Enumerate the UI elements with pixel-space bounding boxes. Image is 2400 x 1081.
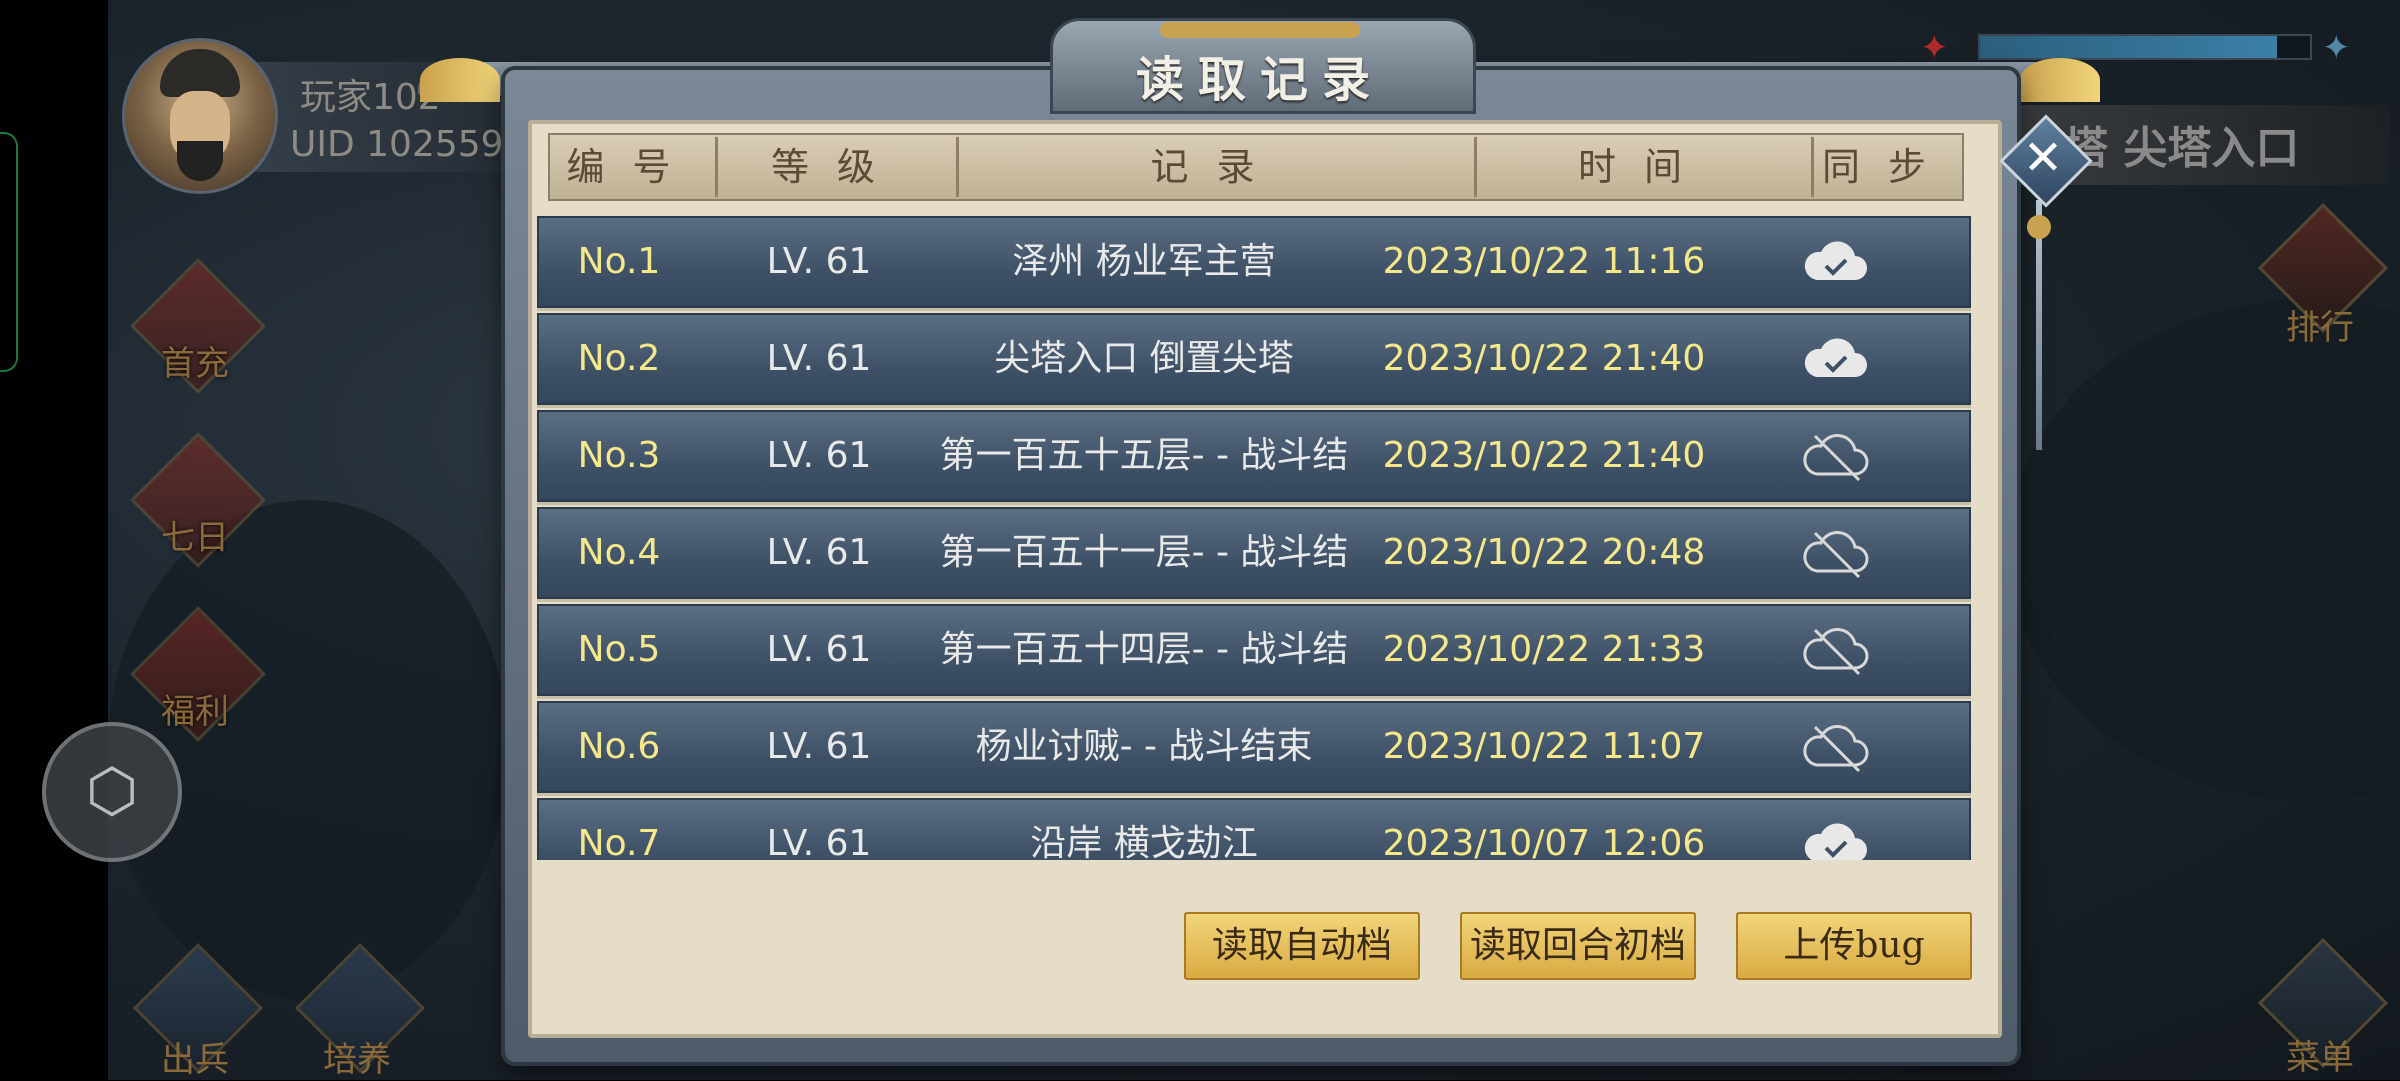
record-description: 沿岸 横戈劫江 xyxy=(1030,823,1258,860)
record-time: 2023/10/22 20:48 xyxy=(1382,532,1706,573)
train-label: 培养 xyxy=(323,1040,391,1080)
header-number: 编号 xyxy=(566,145,699,189)
ranking-button[interactable]: 排行 xyxy=(2255,200,2389,350)
cloud-unsynced-icon xyxy=(1803,434,1869,482)
record-row[interactable]: No.5 LV. 61 第一百五十四层- - 战斗结束 2023/10/22 21:3… xyxy=(537,604,1971,758)
player-uid: UID 1025594 xyxy=(290,124,527,165)
record-time: 2023/10/22 11:16 xyxy=(1382,241,1706,282)
record-level: LV. 61 xyxy=(766,629,872,670)
seven-day-label: 七日 xyxy=(161,518,229,558)
first-recharge-label: 首充 xyxy=(161,344,229,384)
record-number: No.3 xyxy=(577,435,661,476)
record-row[interactable]: No.2 LV. 61 尖塔入口 倒置尖塔 2023/10/22 21:40 xyxy=(537,313,1971,405)
header-time: 时间 xyxy=(1577,145,1710,189)
record-list[interactable]: No.1 LV. 61 泽州 杨业军主营 2023/10/22 11:16 No.2 LV… xyxy=(537,216,1971,860)
cloud-synced-icon xyxy=(1804,241,1867,280)
record-number: No.7 xyxy=(577,823,661,860)
record-row[interactable]: No.1 LV. 61 泽州 杨业军主营 2023/10/22 11:16 xyxy=(537,216,1971,308)
load-round-start-button[interactable]: 读取回合初档 xyxy=(1460,912,1696,980)
record-description: 杨业讨贼- - 战斗结束 xyxy=(975,726,1313,767)
header-level: 等级 xyxy=(770,145,903,189)
deploy-label: 出兵 xyxy=(161,1040,229,1080)
record-level: LV. 61 xyxy=(766,241,872,282)
upload-bug-button[interactable]: 上传bug xyxy=(1736,912,1972,980)
dialog-title: 读取记录 xyxy=(1135,52,1384,108)
blue-bird-icon: ✦ xyxy=(2322,28,2351,68)
record-level: LV. 61 xyxy=(766,823,872,860)
roof-ornament-right xyxy=(2020,58,2100,102)
record-time: 2023/10/22 21:40 xyxy=(1382,338,1706,379)
cloud-synced-icon xyxy=(1804,823,1867,860)
record-number: No.1 xyxy=(577,241,661,282)
deploy-button[interactable]: 出兵 xyxy=(130,940,264,1080)
record-level: LV. 61 xyxy=(766,532,872,573)
record-level: LV. 61 xyxy=(766,338,872,379)
record-description: 尖塔入口 倒置尖塔 xyxy=(994,338,1294,379)
record-description: 第一百五十一层- - 战斗结束 xyxy=(939,532,1349,661)
table-header: 编号 等级 记录 时间 同步 xyxy=(548,133,1964,201)
close-icon[interactable]: ✕ xyxy=(2013,128,2073,188)
record-row[interactable]: No.3 LV. 61 第一百五十五层- - 战斗结束 2023/10/22 21:4… xyxy=(537,410,1971,564)
cloud-unsynced-icon xyxy=(1803,725,1869,773)
record-description: 第一百五十五层- - 战斗结束 xyxy=(939,435,1349,564)
player-avatar[interactable] xyxy=(122,38,278,194)
record-time: 2023/10/22 11:07 xyxy=(1382,726,1706,767)
record-description: 泽州 杨业军主营 xyxy=(1012,241,1276,282)
red-bird-icon: ✦ xyxy=(1920,28,1949,68)
record-number: No.2 xyxy=(577,338,661,379)
record-time: 2023/10/22 21:33 xyxy=(1382,629,1706,670)
train-button[interactable]: 培养 xyxy=(292,940,426,1080)
record-row[interactable]: No.7 LV. 61 沿岸 横戈劫江 2023/10/07 12:06 xyxy=(537,798,1971,860)
cloud-unsynced-icon xyxy=(1803,531,1869,579)
edge-gesture-indicator xyxy=(0,132,18,372)
header-sync: 同步 xyxy=(1821,145,1954,189)
record-time: 2023/10/22 21:40 xyxy=(1382,435,1706,476)
ranking-label: 排行 xyxy=(2286,308,2354,348)
welfare-button[interactable]: 福利 xyxy=(130,606,266,742)
record-number: No.5 xyxy=(577,629,661,670)
cloud-unsynced-icon xyxy=(1803,628,1869,676)
first-recharge-button[interactable]: 首充 xyxy=(130,258,266,394)
progress-bar xyxy=(1978,34,2312,60)
record-time: 2023/10/07 12:06 xyxy=(1382,823,1706,860)
record-row[interactable]: No.6 LV. 61 杨业讨贼- - 战斗结束 2023/10/22 11:07 xyxy=(537,701,1971,793)
record-number: No.6 xyxy=(577,726,661,767)
progress-fill xyxy=(1980,36,2277,58)
cube-menu-button[interactable]: ⬡ xyxy=(42,722,182,862)
menu-label: 菜单 xyxy=(2286,1038,2354,1078)
roof-ornament-left xyxy=(420,58,500,102)
welfare-label: 福利 xyxy=(161,692,229,732)
record-description: 第一百五十四层- - 战斗结束 xyxy=(939,629,1349,758)
record-row[interactable]: No.4 LV. 61 第一百五十一层- - 战斗结束 2023/10/22 20:4… xyxy=(537,507,1971,661)
cloud-synced-icon xyxy=(1804,338,1867,377)
seven-day-button[interactable]: 七日 xyxy=(130,432,266,568)
load-auto-save-button[interactable]: 读取自动档 xyxy=(1184,912,1420,980)
record-level: LV. 61 xyxy=(766,726,872,767)
cube-icon: ⬡ xyxy=(85,756,139,826)
record-number: No.4 xyxy=(577,532,661,573)
header-record: 记录 xyxy=(1150,145,1283,189)
title-ornament xyxy=(1160,22,1360,38)
tassel-knot xyxy=(2027,215,2051,239)
menu-button[interactable]: 菜单 xyxy=(2255,935,2389,1080)
record-level: LV. 61 xyxy=(766,435,872,476)
